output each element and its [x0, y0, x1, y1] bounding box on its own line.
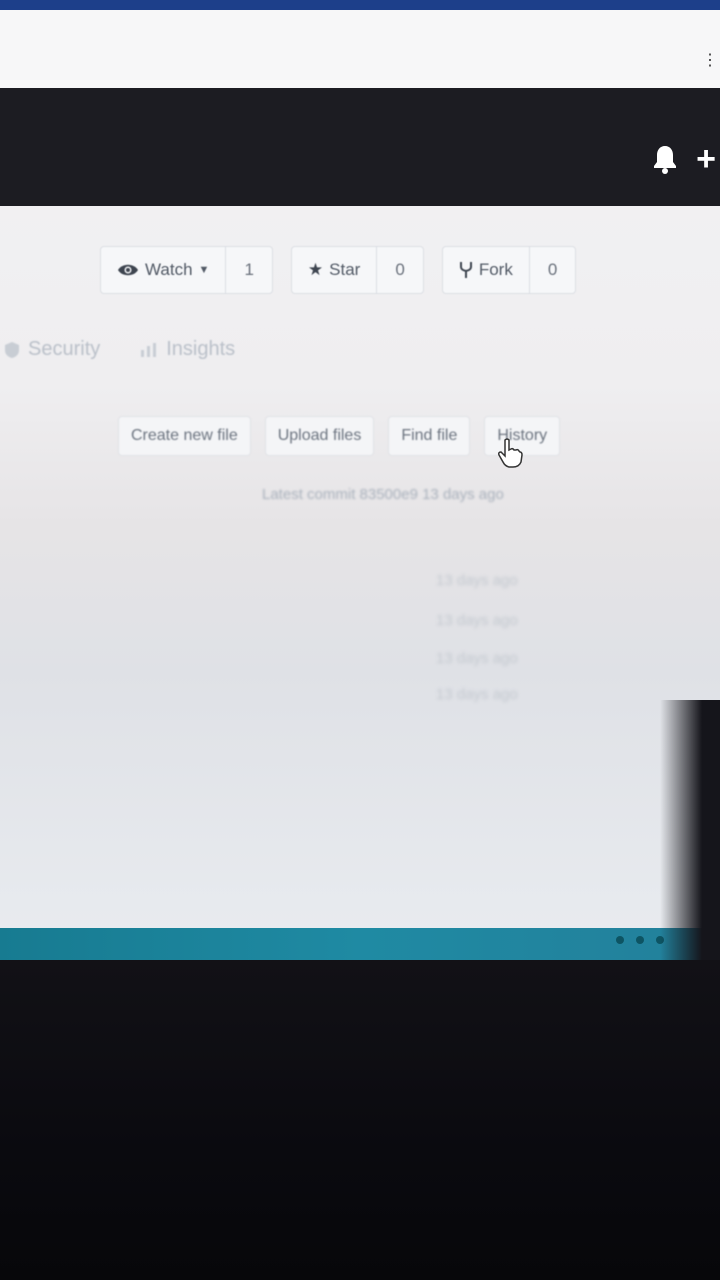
bell-icon[interactable]	[652, 144, 678, 174]
star-icon: ★	[307, 260, 324, 279]
monitor-bezel	[0, 960, 720, 1280]
commit-time: 13 days ago	[436, 612, 518, 629]
toolbar-edge-glyph: ⋮	[702, 52, 718, 69]
graph-icon	[141, 342, 157, 357]
fork-icon	[459, 262, 472, 278]
file-actions: Create new file Upload files Find file H…	[118, 416, 561, 456]
create-new-file-button[interactable]: Create new file	[118, 416, 251, 456]
eye-icon	[118, 264, 138, 276]
site-header: +	[0, 88, 720, 206]
fork-group: Fork 0	[441, 246, 577, 294]
tray-dot	[636, 936, 644, 944]
commit-time: 13 days ago	[436, 686, 518, 703]
star-label: Star	[329, 260, 361, 279]
repo-nav: Security Insights	[4, 338, 235, 361]
watch-count[interactable]: 1	[226, 260, 271, 280]
header-icons: +	[652, 142, 716, 176]
star-group: ★ Star 0	[290, 246, 424, 294]
star-count[interactable]: 0	[377, 260, 422, 280]
plus-icon[interactable]: +	[696, 142, 716, 176]
fork-button[interactable]: Fork	[443, 247, 530, 293]
hand-cursor-icon	[498, 438, 523, 468]
fork-count[interactable]: 0	[530, 260, 575, 280]
caret-down-icon: ▼	[198, 264, 210, 276]
tab-insights[interactable]: Insights	[140, 338, 235, 361]
fork-label: Fork	[478, 260, 513, 279]
watch-label: Watch	[145, 260, 193, 279]
tab-security-label: Security	[28, 338, 101, 360]
taskbar	[0, 928, 720, 960]
tray-dot	[616, 936, 624, 944]
tab-insights-label: Insights	[166, 338, 236, 360]
monitor-right-edge	[660, 700, 720, 960]
window-top-strip	[0, 0, 720, 10]
tab-security[interactable]: Security	[4, 338, 100, 361]
star-button[interactable]: ★ Star	[292, 247, 378, 293]
latest-commit: Latest commit 83500e9 13 days ago	[262, 486, 504, 503]
system-tray	[616, 936, 664, 944]
commit-time: 13 days ago	[436, 572, 518, 589]
shield-icon	[5, 341, 19, 358]
monitor-screen: ⋮ + Watch ▼ 1 ★ Star 0 Fork 0 Security I…	[0, 0, 720, 960]
watch-group: Watch ▼ 1	[100, 246, 273, 294]
browser-toolbar: ⋮	[0, 10, 720, 89]
repo-actions: Watch ▼ 1 ★ Star 0 Fork 0	[100, 246, 577, 294]
upload-files-button[interactable]: Upload files	[264, 416, 375, 456]
find-file-button[interactable]: Find file	[388, 416, 471, 456]
watch-button[interactable]: Watch ▼	[101, 247, 227, 293]
commit-time: 13 days ago	[436, 650, 518, 667]
